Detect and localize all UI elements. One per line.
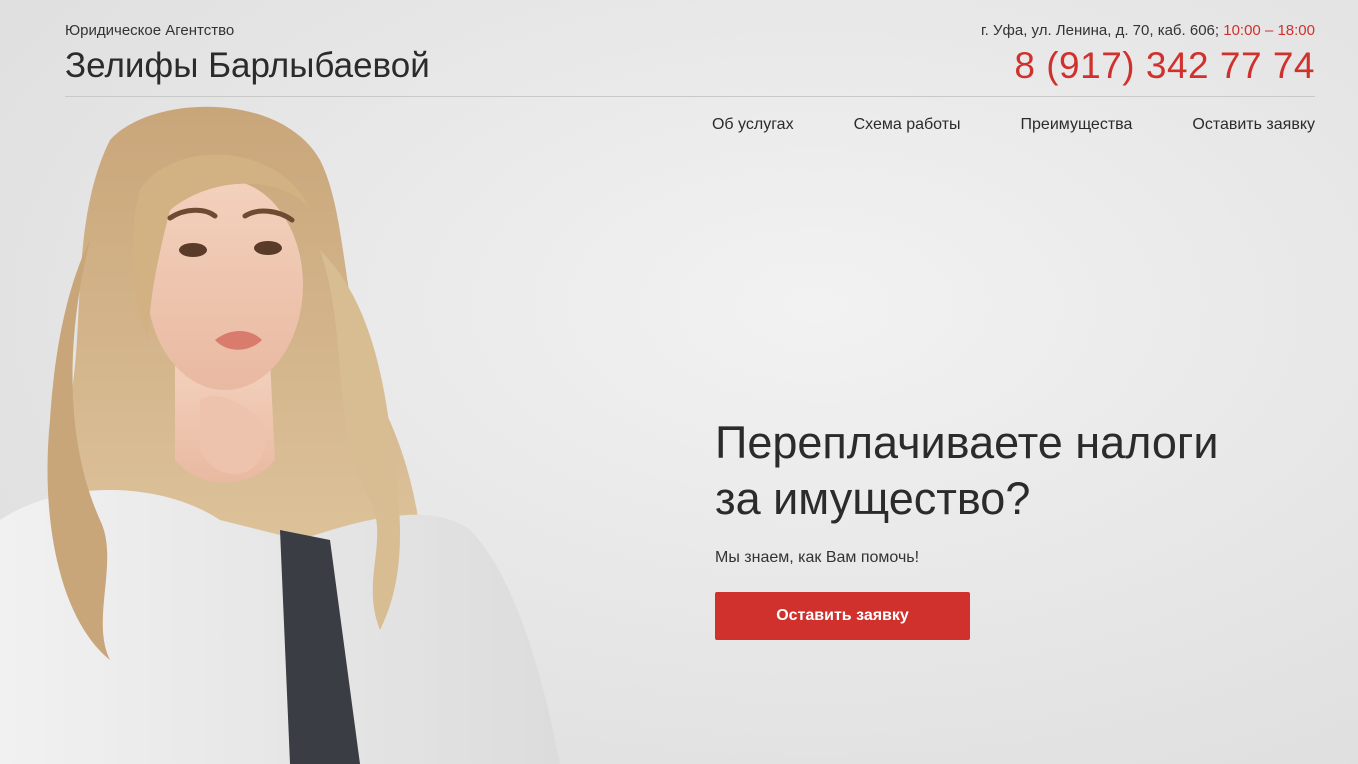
agency-name: Зелифы Барлыбаевой bbox=[65, 46, 430, 85]
hero-title-line1: Переплачиваете налоги bbox=[715, 417, 1219, 468]
working-hours: 10:00 – 18:00 bbox=[1223, 22, 1315, 39]
site-header: Юридическое Агентство Зелифы Барлыбаевой… bbox=[65, 0, 1315, 97]
hero-subtitle: Мы знаем, как Вам помочь! bbox=[715, 549, 920, 566]
hero-title: Переплачиваете налоги за имущество? bbox=[715, 415, 1315, 527]
address: г. Уфа, ул. Ленина, д. 70, каб. 606; bbox=[981, 22, 1220, 39]
nav-item-advantages[interactable]: Преимущества bbox=[1021, 116, 1133, 134]
hero-section: Переплачиваете налоги за имущество? Мы з… bbox=[715, 415, 1315, 640]
main-nav: Об услугах Схема работы Преимущества Ост… bbox=[712, 116, 1315, 134]
contact-line: г. Уфа, ул. Ленина, д. 70, каб. 606; 10:… bbox=[981, 22, 1315, 39]
landing-page: Юридическое Агентство Зелифы Барлыбаевой… bbox=[0, 0, 1358, 764]
nav-item-workflow[interactable]: Схема работы bbox=[854, 116, 961, 134]
portrait-photo bbox=[0, 106, 560, 764]
nav-item-services[interactable]: Об услугах bbox=[712, 116, 794, 134]
request-button[interactable]: Оставить заявку bbox=[715, 592, 970, 640]
nav-item-request[interactable]: Оставить заявку bbox=[1192, 116, 1315, 134]
agency-subtitle: Юридическое Агентство bbox=[65, 22, 235, 39]
phone-number[interactable]: 8 (917) 342 77 74 bbox=[1014, 45, 1315, 87]
hero-title-line2: за имущество? bbox=[715, 473, 1031, 524]
